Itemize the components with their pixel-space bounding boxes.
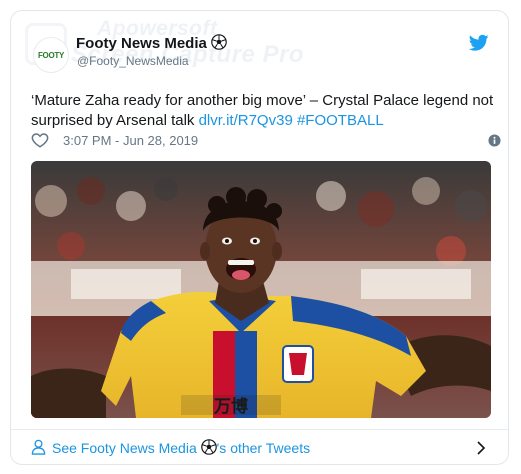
hashtag-link[interactable]: #FOOTBALL [297,112,384,129]
other-tweets-label: See Footy News Media 's other Tweets [52,439,310,456]
tweet-header: FOOTY Footy News Media @Footy_NewsMedia [11,11,508,85]
tweet-text: ‘Mature Zaha ready for another big move’… [31,91,501,131]
football-icon [211,34,227,50]
tweet-meta-row: 3:07 PM - Jun 28, 2019 [31,131,501,151]
other-tweets-prefix: See Footy News Media [52,440,201,456]
twitter-bird-icon[interactable] [469,34,489,52]
other-tweets-link[interactable]: See Footy News Media 's other Tweets [11,430,508,464]
avatar-logo-text: FOOTY [37,50,65,60]
chevron-right-icon [477,441,486,455]
tweet-photo[interactable]: 万博 [31,161,491,418]
heart-icon[interactable] [31,131,49,149]
info-icon[interactable] [488,134,501,147]
football-icon [200,439,217,455]
display-name-label: Footy News Media [76,35,207,52]
other-tweets-suffix: 's other Tweets [216,440,311,456]
person-icon [31,439,46,455]
tweet-link[interactable]: dlvr.it/R7Qv39 [199,112,293,129]
shirt-sponsor: 万博 [213,396,248,417]
display-name[interactable]: Footy News Media [76,34,227,52]
tweet-timestamp[interactable]: 3:07 PM - Jun 28, 2019 [63,133,198,148]
account-handle[interactable]: @Footy_NewsMedia [77,54,189,68]
embedded-tweet-card: Apowersoft Screen Capture Pro FOOTY Foot… [10,10,509,465]
avatar[interactable]: FOOTY [33,37,69,73]
